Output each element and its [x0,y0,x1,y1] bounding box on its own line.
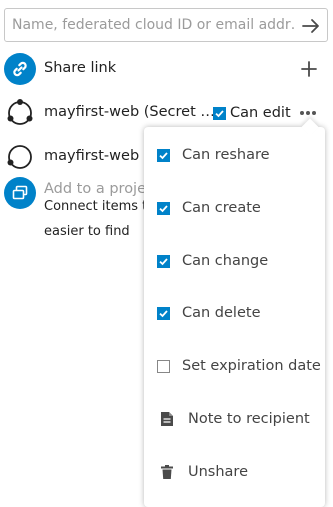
menu-item-label: Can delete [182,305,261,321]
arrow-right-icon[interactable] [301,16,321,36]
add-share-link-icon[interactable] [301,61,317,77]
menu-item-can-delete[interactable]: Can delete [144,287,325,339]
checkbox-unchecked-icon[interactable] [157,359,170,373]
checkbox-checked-icon[interactable] [157,201,170,215]
link-icon [4,53,36,85]
checkbox-checked-icon[interactable] [213,106,226,120]
share-options-menu: Can reshare Can create Can change Can de… [144,118,325,507]
checkbox-checked-icon[interactable] [157,306,170,320]
circle-icon [4,97,36,129]
menu-item-label: Can change [182,253,269,269]
menu-item-can-change[interactable]: Can change [144,235,325,287]
menu-item-label: Can reshare [182,147,270,163]
share-search-input[interactable] [5,9,295,41]
menu-item-unshare[interactable]: Unshare [144,446,325,498]
can-edit-checkbox[interactable]: Can edit [213,105,291,121]
more-options-icon[interactable] [299,106,317,120]
checkbox-checked-icon[interactable] [157,148,170,162]
menu-item-label: Set expiration date [182,358,321,374]
share-link-label: Share link [44,60,117,76]
project-description: easier to find [44,224,130,239]
circle-icon [4,141,36,173]
share-recipient-name: mayfirst-web ( [44,148,150,164]
menu-item-set-expiration-date[interactable]: Set expiration date [144,340,325,392]
share-recipient-name: mayfirst-web (Secret … [44,104,215,120]
add-to-project-input[interactable]: Add to a proje [44,181,146,197]
can-edit-label: Can edit [230,105,291,121]
note-icon [161,412,173,426]
menu-item-can-reshare[interactable]: Can reshare [144,129,325,181]
menu-item-label: Can create [182,200,261,216]
project-description: Connect items t [44,199,148,214]
share-link-row[interactable]: Share link [0,49,333,89]
share-search-field[interactable] [4,8,328,42]
checkbox-checked-icon[interactable] [157,254,170,268]
menu-item-can-create[interactable]: Can create [144,182,325,234]
menu-item-label: Unshare [188,464,248,480]
projects-icon [4,177,36,209]
menu-item-note-to-recipient[interactable]: Note to recipient [144,393,325,445]
trash-icon [161,465,173,479]
menu-item-label: Note to recipient [188,411,310,427]
